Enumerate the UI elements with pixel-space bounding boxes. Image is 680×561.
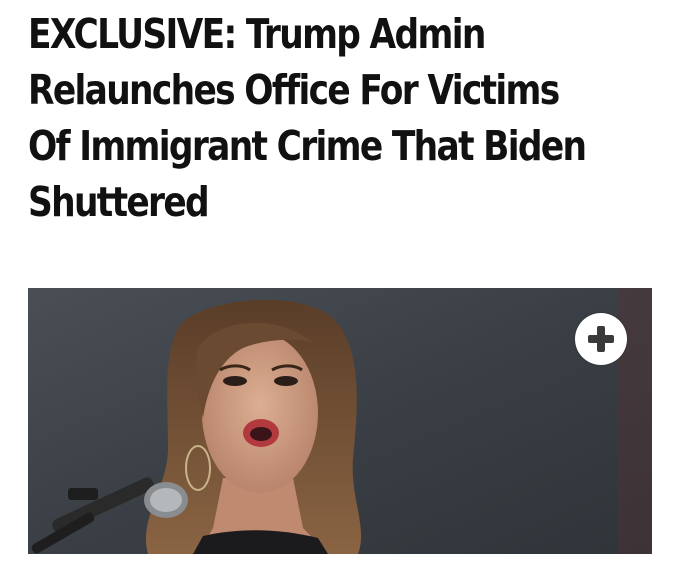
speaker-photo-illustration	[28, 288, 652, 554]
plus-icon-vertical	[597, 326, 605, 352]
headline-line: Relaunches Office For Victims	[28, 66, 560, 114]
article-photo[interactable]	[28, 288, 652, 554]
headline-line: Of Immigrant Crime That Biden	[28, 122, 587, 170]
headline-line: EXCLUSIVE: Trump Admin	[28, 10, 486, 58]
headline-line: Shuttered	[28, 178, 210, 226]
article-headline: EXCLUSIVE: Trump Admin Relaunches Office…	[28, 6, 587, 230]
plus-icon[interactable]	[575, 313, 627, 365]
